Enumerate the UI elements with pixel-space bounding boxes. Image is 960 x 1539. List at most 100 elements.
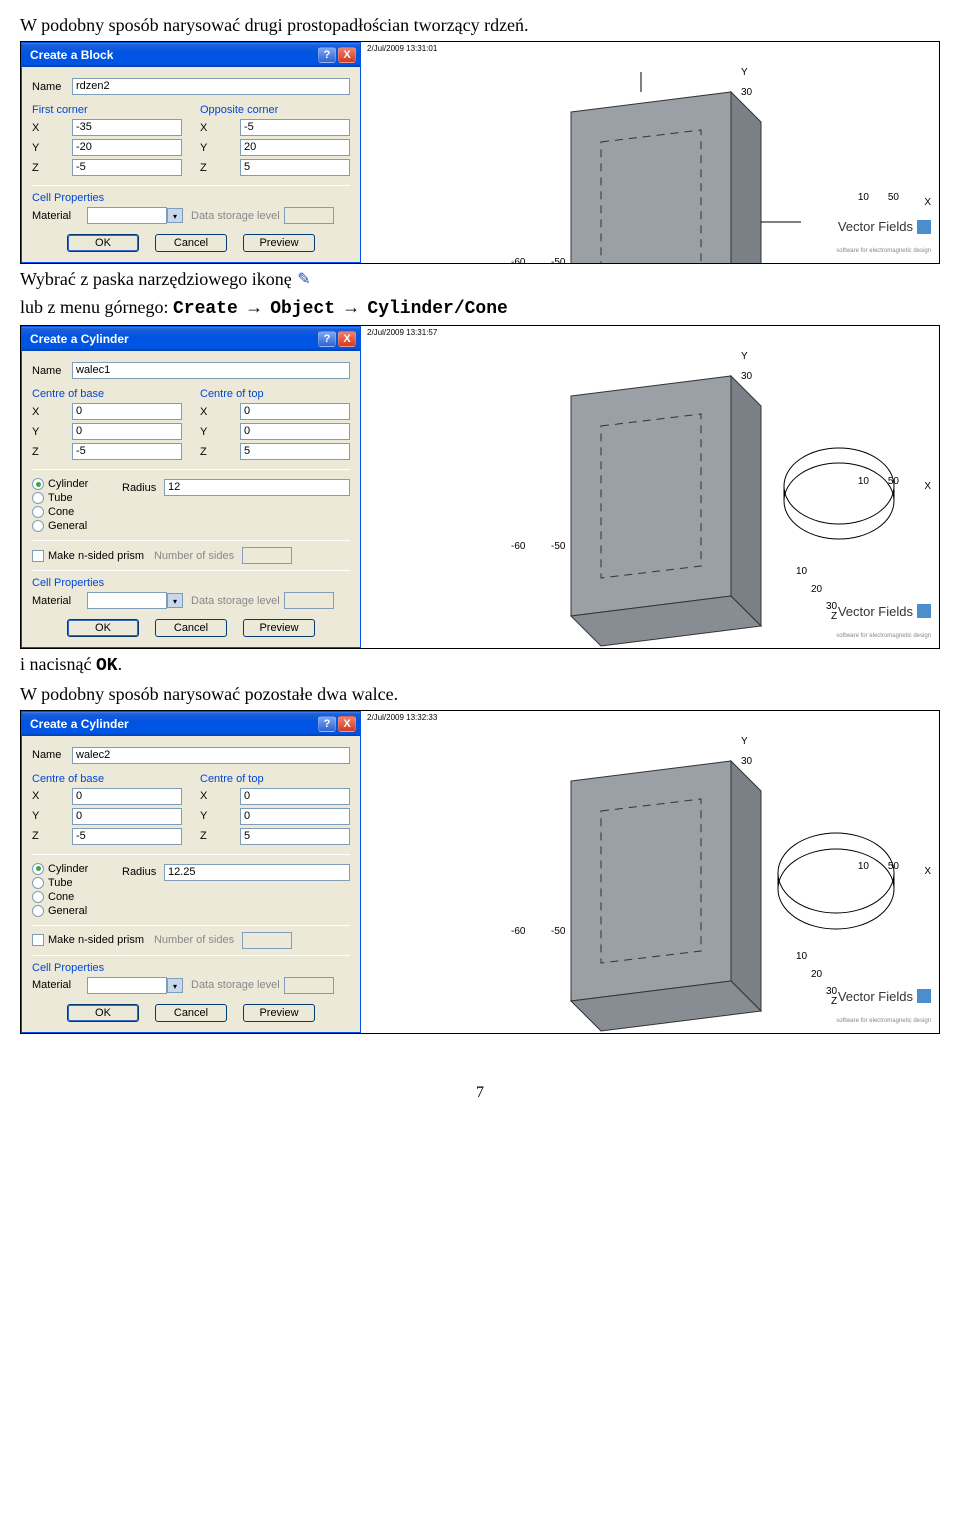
preview-button[interactable]: Preview xyxy=(243,619,315,637)
first-corner-label: First corner xyxy=(32,104,182,116)
label-x: X xyxy=(32,122,72,134)
material-select[interactable] xyxy=(87,207,167,224)
cylinder-outline xyxy=(774,831,899,936)
close-button[interactable]: X xyxy=(338,47,356,63)
radio-tube[interactable] xyxy=(32,877,44,889)
radio-cone[interactable] xyxy=(32,506,44,518)
help-button[interactable]: ? xyxy=(318,331,336,347)
material-label: Material xyxy=(32,210,87,222)
radius-input[interactable]: 12 xyxy=(164,479,350,496)
name-input[interactable]: walec2 xyxy=(72,747,350,764)
make-prism-checkbox[interactable] xyxy=(32,550,44,562)
help-button[interactable]: ? xyxy=(318,716,336,732)
choose-icon-text: Wybrać z paska narzędziowego ikonę xyxy=(20,268,940,291)
section-block: Create a Block ? X Name rdzen2 First cor… xyxy=(20,41,940,264)
data-storage-label: Data storage level xyxy=(191,595,280,607)
remaining-text: W podobny sposób narysować pozostałe dwa… xyxy=(20,683,940,706)
data-storage-input xyxy=(284,977,334,994)
ok-button[interactable]: OK xyxy=(67,619,139,637)
radio-tube[interactable] xyxy=(32,492,44,504)
close-button[interactable]: X xyxy=(338,716,356,732)
tick-n50: -50 xyxy=(551,257,565,263)
first-z[interactable]: -5 xyxy=(72,159,182,176)
cyl1-3d-shape xyxy=(481,356,801,648)
brand-icon xyxy=(917,989,931,1003)
menu-path-text: lub z menu górnego: Create → Object → Cy… xyxy=(20,296,940,321)
name-input[interactable]: walec1 xyxy=(72,362,350,379)
make-prism-checkbox[interactable] xyxy=(32,934,44,946)
material-select[interactable] xyxy=(87,977,167,994)
top-z[interactable]: 5 xyxy=(240,828,350,845)
preview-button[interactable]: Preview xyxy=(243,1004,315,1022)
dialog-title: Create a Cylinder xyxy=(30,332,129,346)
radio-general[interactable] xyxy=(32,520,44,532)
cancel-button[interactable]: Cancel xyxy=(155,234,227,252)
brand-vector-fields: Vector Fields software for electromagnet… xyxy=(836,600,931,642)
titlebar-cyl2: Create a Cylinder ? X xyxy=(22,712,360,736)
name-input[interactable]: rdzen2 xyxy=(72,78,350,95)
radius-input[interactable]: 12.25 xyxy=(164,864,350,881)
material-label: Material xyxy=(32,595,87,607)
chevron-down-icon[interactable]: ▾ xyxy=(167,978,183,993)
base-x[interactable]: 0 xyxy=(72,403,182,420)
dialog-create-block: Create a Block ? X Name rdzen2 First cor… xyxy=(21,42,361,263)
brand-vector-fields: Vector Fields software for electromagnet… xyxy=(836,215,931,257)
first-y[interactable]: -20 xyxy=(72,139,182,156)
brand-icon xyxy=(917,220,931,234)
close-button[interactable]: X xyxy=(338,331,356,347)
label-x2: X xyxy=(200,122,240,134)
radio-cylinder[interactable] xyxy=(32,863,44,875)
dialog-title: Create a Cylinder xyxy=(30,717,129,731)
centre-top-label: Centre of top xyxy=(200,388,350,400)
ok-button[interactable]: OK xyxy=(67,234,139,252)
radio-cylinder[interactable] xyxy=(32,478,44,490)
opp-x[interactable]: -5 xyxy=(240,119,350,136)
tick-n60: -60 xyxy=(511,257,525,263)
base-y[interactable]: 0 xyxy=(72,808,182,825)
axis-y-label: Y xyxy=(741,67,748,78)
cylinder-outline xyxy=(779,446,899,546)
first-x[interactable]: -35 xyxy=(72,119,182,136)
opp-y[interactable]: 20 xyxy=(240,139,350,156)
label-y2: Y xyxy=(200,142,240,154)
dialog-create-cylinder-1: Create a Cylinder ? X Name walec1 Centre… xyxy=(21,326,361,648)
radio-general[interactable] xyxy=(32,905,44,917)
block-3d-shape xyxy=(481,72,801,263)
data-storage-input xyxy=(284,207,334,224)
top-x[interactable]: 0 xyxy=(240,788,350,805)
base-z[interactable]: -5 xyxy=(72,443,182,460)
tick-30-y: 30 xyxy=(741,87,752,98)
label-z2: Z xyxy=(200,162,240,174)
base-z[interactable]: -5 xyxy=(72,828,182,845)
top-x[interactable]: 0 xyxy=(240,403,350,420)
ok-button[interactable]: OK xyxy=(67,1004,139,1022)
preview-button[interactable]: Preview xyxy=(243,234,315,252)
opp-z[interactable]: 5 xyxy=(240,159,350,176)
dialog-title: Create a Block xyxy=(30,48,113,62)
centre-base-label: Centre of base xyxy=(32,388,182,400)
cancel-button[interactable]: Cancel xyxy=(155,1004,227,1022)
data-storage-input xyxy=(284,592,334,609)
material-select[interactable] xyxy=(87,592,167,609)
name-label: Name xyxy=(32,81,72,93)
chevron-down-icon[interactable]: ▾ xyxy=(167,208,183,223)
press-ok-text: i nacisnąć OK. xyxy=(20,653,940,678)
cylinder-toolbar-icon[interactable] xyxy=(296,272,314,290)
cancel-button[interactable]: Cancel xyxy=(155,619,227,637)
titlebar-block: Create a Block ? X xyxy=(22,43,360,67)
chevron-down-icon[interactable]: ▾ xyxy=(167,593,183,608)
radio-cone[interactable] xyxy=(32,891,44,903)
section-cylinder-1: Create a Cylinder ? X Name walec1 Centre… xyxy=(20,325,940,649)
timestamp: 2/Jul/2009 13:31:57 xyxy=(367,328,437,337)
intro-text-1: W podobny sposób narysować drugi prostop… xyxy=(20,14,940,37)
brand-icon xyxy=(917,604,931,618)
top-z[interactable]: 5 xyxy=(240,443,350,460)
viewport-cyl2: 2/Jul/2009 13:32:33 Y X Z -60 -50 30 10 … xyxy=(361,711,939,1033)
base-y[interactable]: 0 xyxy=(72,423,182,440)
help-button[interactable]: ? xyxy=(318,47,336,63)
cyl2-3d-shape xyxy=(481,741,801,1033)
top-y[interactable]: 0 xyxy=(240,423,350,440)
base-x[interactable]: 0 xyxy=(72,788,182,805)
top-y[interactable]: 0 xyxy=(240,808,350,825)
label-z: Z xyxy=(32,162,72,174)
